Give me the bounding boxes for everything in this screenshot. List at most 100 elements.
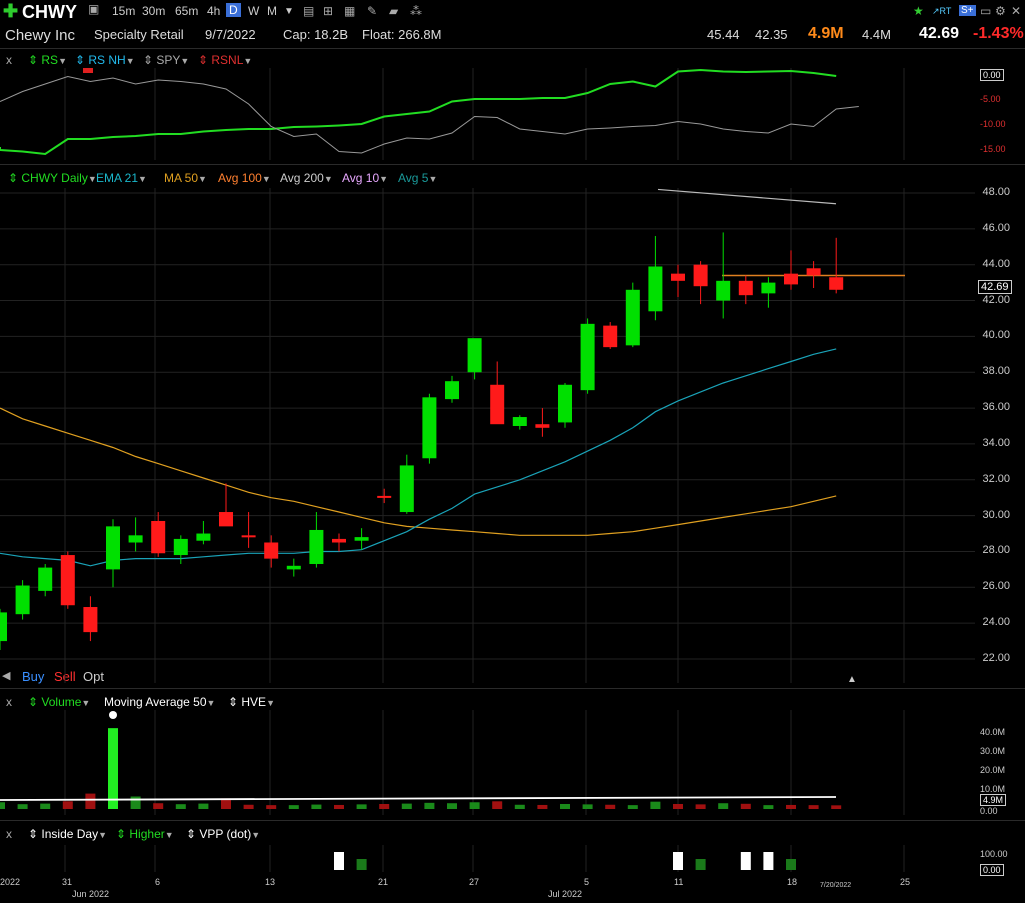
avg100-legend[interactable]: Avg 100 ▼ xyxy=(218,171,271,185)
vol-ma50-legend[interactable]: Moving Average 50 ▼ xyxy=(104,695,215,709)
price-axis-label: 28.00 xyxy=(982,544,1010,557)
x-tick: Jun 2022 xyxy=(72,889,110,899)
close-icon[interactable]: ✕ xyxy=(1011,4,1021,18)
tf-30m[interactable]: 30m xyxy=(142,4,165,18)
candle-body xyxy=(332,538,346,543)
candle-body xyxy=(354,537,369,541)
volume-bar xyxy=(627,805,638,809)
draw-pencil-icon[interactable]: ✎ xyxy=(367,4,377,18)
higher-legend[interactable]: ⇕ Higher ▼ xyxy=(116,827,174,841)
buy-button[interactable]: Buy xyxy=(22,669,44,684)
candle-body xyxy=(512,417,527,426)
ind-axis-0: 0.00 xyxy=(980,864,1004,876)
company-name: Chewy Inc xyxy=(5,27,76,44)
chart-canvas[interactable] xyxy=(0,0,975,903)
candle-body xyxy=(0,612,7,642)
rs-line-legend[interactable]: ⇕ RS ▼ xyxy=(28,53,67,67)
volume-bar xyxy=(605,804,616,809)
volume-bar xyxy=(175,804,186,809)
indicator-bar xyxy=(695,859,706,870)
x-tick: 11 xyxy=(674,877,684,887)
timeframe-dropdown-icon[interactable]: ▼ xyxy=(284,6,294,17)
volume-bar xyxy=(695,804,706,809)
volume-bar xyxy=(673,803,683,809)
avg10-legend[interactable]: Avg 10 ▼ xyxy=(342,171,388,185)
tf-d[interactable]: D xyxy=(226,3,241,17)
candle-body xyxy=(784,273,798,285)
settings-icon[interactable]: ⚙ xyxy=(995,4,1006,18)
rs-axis-5: -5.00 xyxy=(980,94,1001,104)
indicator-bar xyxy=(334,852,344,870)
volume-panel-close-button[interactable]: x xyxy=(6,695,12,709)
inside-day-legend[interactable]: ⇕ Inside Day ▼ xyxy=(28,827,107,841)
sell-button[interactable]: Sell xyxy=(54,669,76,684)
x-tick: 5 xyxy=(584,877,590,887)
vol-axis-40m: 40.0M xyxy=(980,727,1006,737)
candle-body xyxy=(738,280,753,296)
vpp-legend[interactable]: ⇕ VPP (dot) ▼ xyxy=(186,827,260,841)
collapse-arrow-icon[interactable]: ▲ xyxy=(847,674,857,685)
rsnl-legend[interactable]: ⇕ RSNL ▼ xyxy=(198,53,252,67)
spy-legend[interactable]: ⇕ SPY ▼ xyxy=(143,53,189,67)
chart-type-icon[interactable]: ▤ xyxy=(303,4,314,18)
volume-bar xyxy=(221,798,231,809)
add-symbol-icon[interactable]: ✚ xyxy=(3,1,18,22)
volume-bar xyxy=(85,793,96,809)
price-axis-label: 48.00 xyxy=(982,186,1010,198)
price-axis-label: 42.00 xyxy=(982,293,1010,306)
x-tick: 6 xyxy=(155,877,161,887)
ma50-legend[interactable]: MA 50 ▼ xyxy=(164,171,207,185)
tf-w[interactable]: W xyxy=(248,4,259,18)
hve-legend[interactable]: ⇕ HVE ▼ xyxy=(228,695,275,709)
rs-panel-close-button[interactable]: x xyxy=(6,53,12,67)
symbol-label[interactable]: CHWY xyxy=(22,2,77,23)
vol-axis-30m: 30.0M xyxy=(980,746,1006,756)
candle-body xyxy=(558,384,572,423)
volume-bar xyxy=(808,805,819,809)
s-badge-icon[interactable]: S+ xyxy=(959,5,976,16)
volume-bar xyxy=(740,803,751,809)
indicator-panel-close-button[interactable]: x xyxy=(6,827,12,841)
candle-body xyxy=(422,397,437,459)
volume-bar xyxy=(108,728,118,809)
tf-65m[interactable]: 65m xyxy=(175,4,198,18)
volume-bar xyxy=(514,804,525,809)
volume-legend[interactable]: ⇕ Volume ▼ xyxy=(28,695,90,709)
rs-nh-legend[interactable]: ⇕ RS NH ▼ xyxy=(75,53,135,67)
candle-body xyxy=(196,533,211,541)
tf-m[interactable]: M xyxy=(267,4,277,18)
price-axis-label: 46.00 xyxy=(982,221,1010,234)
tf-15m[interactable]: 15m xyxy=(112,4,135,18)
ruler-icon[interactable]: ⊞ xyxy=(323,4,333,18)
note-icon[interactable]: ▰ xyxy=(389,4,398,18)
candle-body xyxy=(535,424,550,428)
volume-bar xyxy=(266,805,277,809)
tf-4h[interactable]: 4h xyxy=(207,4,220,18)
layout-icon[interactable]: ▦ xyxy=(344,4,355,18)
toolbar: ✚ CHWY ▣ 15m 30m 65m 4h D W M ▼ ▤ ⊞ ▦ ✎ … xyxy=(0,0,1025,24)
ma50-line xyxy=(0,407,837,536)
volume-bar xyxy=(582,804,593,809)
x-tick: 27 xyxy=(469,877,480,887)
ema21-legend[interactable]: EMA 21 ▼ xyxy=(96,171,147,185)
star-icon[interactable]: ★ xyxy=(913,4,924,18)
volume-bar xyxy=(831,805,842,809)
candle-body xyxy=(829,277,844,290)
camera-icon[interactable]: ▣ xyxy=(88,2,99,16)
avg5-legend[interactable]: Avg 5 ▼ xyxy=(398,171,437,185)
price-series-legend[interactable]: ⇕ CHWY Daily ▼ xyxy=(8,171,97,185)
indicator-bar xyxy=(673,852,683,870)
volume-bar xyxy=(786,804,796,809)
candle-body xyxy=(377,495,392,498)
print-icon[interactable]: ▭ xyxy=(980,4,991,18)
volume-bar xyxy=(469,802,480,809)
share-icon[interactable]: ⁂ xyxy=(410,4,422,18)
candle-body xyxy=(761,282,776,294)
opt-button[interactable]: Opt xyxy=(83,669,104,684)
trade-toggle-icon[interactable]: ◀ xyxy=(2,669,10,682)
volume-ma50-line xyxy=(0,796,837,801)
vol-axis-0: 0.00 xyxy=(980,806,998,816)
rt-badge-icon[interactable]: ↗RT xyxy=(932,6,951,17)
indicator-bar xyxy=(740,852,751,870)
avg200-legend[interactable]: Avg 200 ▼ xyxy=(280,171,333,185)
